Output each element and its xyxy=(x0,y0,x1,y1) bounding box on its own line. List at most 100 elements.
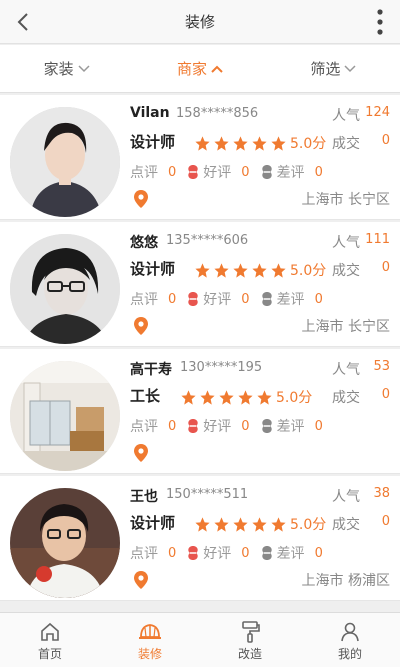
filter-home-decoration[interactable]: 家装 xyxy=(0,45,133,92)
star-icon xyxy=(195,262,210,278)
filter-label: 商家 xyxy=(176,60,207,78)
filter-label: 筛选 xyxy=(310,60,341,78)
merchant-role: 工长 xyxy=(130,387,161,405)
review-label: 点评 xyxy=(130,546,158,562)
bad-review-label: 差评 xyxy=(276,165,305,181)
star-icon xyxy=(257,389,272,405)
star-icon xyxy=(233,262,248,278)
tab-label: 首页 xyxy=(37,646,62,661)
star-icon xyxy=(214,135,229,151)
popularity-value: 53 xyxy=(373,359,390,374)
good-review-label: 好评 xyxy=(203,292,232,308)
bottom-tab-bar: 首页 装修 改造 我的 xyxy=(0,612,400,667)
bad-review-count: 0 xyxy=(314,291,323,307)
deals-value: 0 xyxy=(381,133,390,148)
deals-label: 成交 xyxy=(332,263,360,279)
review-stats: 点评 0 好评 0 差评 0 xyxy=(130,415,333,437)
star-icon xyxy=(195,516,210,532)
bad-review-label: 差评 xyxy=(276,546,305,562)
star-icon xyxy=(271,135,286,151)
good-review-icon xyxy=(186,418,200,434)
good-review-icon xyxy=(186,164,200,180)
paint-roller-icon xyxy=(239,619,261,645)
merchant-location: 上海市 杨浦区 xyxy=(301,573,390,589)
rating-stars: 5.0分 xyxy=(194,133,326,153)
deals-label: 成交 xyxy=(332,517,360,533)
location-pin-icon xyxy=(133,570,149,594)
good-review-label: 好评 xyxy=(203,165,232,181)
chevron-up-icon xyxy=(211,65,223,73)
bad-review-icon xyxy=(260,418,274,434)
bad-review-icon xyxy=(260,291,274,307)
merchant-phone: 135*****606 xyxy=(166,233,249,248)
bad-review-count: 0 xyxy=(314,418,323,434)
popularity-value: 38 xyxy=(373,486,390,501)
merchant-phone: 130*****195 xyxy=(180,360,263,375)
deals-label: 成交 xyxy=(332,390,360,406)
location-pin-icon xyxy=(133,443,149,467)
tab-label: 改造 xyxy=(237,646,262,661)
home-icon xyxy=(39,619,61,645)
rating-score: 5.0分 xyxy=(290,517,327,533)
merchant-name: 高干寿 xyxy=(130,362,172,378)
rating-stars: 5.0分 xyxy=(194,260,326,280)
rating-score: 5.0分 xyxy=(290,263,327,279)
tab-profile[interactable]: 我的 xyxy=(300,613,400,667)
merchant-role: 设计师 xyxy=(130,133,176,151)
filter-merchant[interactable]: 商家 xyxy=(133,45,266,92)
good-review-count: 0 xyxy=(241,545,250,561)
star-icon xyxy=(200,389,215,405)
good-review-count: 0 xyxy=(241,291,250,307)
more-options-button[interactable] xyxy=(370,6,390,38)
tab-home[interactable]: 首页 xyxy=(0,613,100,667)
chevron-down-icon xyxy=(344,64,356,73)
deals-label: 成交 xyxy=(332,136,360,152)
merchant-card[interactable]: 王也 150*****511 人气 38 设计师 5.0分 成交 0 点评 0 xyxy=(0,476,400,601)
star-icon xyxy=(238,389,253,405)
deals-value: 0 xyxy=(381,514,390,529)
popularity-label: 人气 xyxy=(332,362,360,378)
good-review-label: 好评 xyxy=(203,546,232,562)
popularity-label: 人气 xyxy=(332,489,360,505)
merchant-role: 设计师 xyxy=(130,514,176,532)
review-count: 0 xyxy=(168,418,177,434)
popularity-value: 124 xyxy=(365,105,390,120)
bad-review-icon xyxy=(260,545,274,561)
bad-review-icon xyxy=(260,164,274,180)
merchant-card[interactable]: 高干寿 130*****195 人气 53 工长 5.0分 成交 0 点评 0 xyxy=(0,349,400,474)
rating-score: 5.0分 xyxy=(276,390,313,406)
bad-review-count: 0 xyxy=(314,545,323,561)
review-stats: 点评 0 好评 0 差评 0 xyxy=(130,542,333,564)
star-icon xyxy=(219,389,234,405)
avatar xyxy=(10,361,120,471)
good-review-icon xyxy=(186,545,200,561)
popularity-label: 人气 xyxy=(332,235,360,251)
location-pin-icon xyxy=(133,189,149,213)
tab-label: 我的 xyxy=(337,646,362,661)
top-navigation-bar: 装修 xyxy=(0,0,400,44)
star-icon xyxy=(214,262,229,278)
star-icon xyxy=(233,516,248,532)
page-title: 装修 xyxy=(184,13,215,31)
avatar xyxy=(10,234,120,344)
merchant-location: 上海市 长宁区 xyxy=(301,192,390,208)
good-review-label: 好评 xyxy=(203,419,232,435)
review-count: 0 xyxy=(168,291,177,307)
rating-stars: 5.0分 xyxy=(194,514,326,534)
tab-renovation[interactable]: 改造 xyxy=(200,613,300,667)
bad-review-count: 0 xyxy=(314,164,323,180)
merchant-role: 设计师 xyxy=(130,260,176,278)
good-review-count: 0 xyxy=(241,418,250,434)
star-icon xyxy=(181,389,196,405)
filter-screen[interactable]: 筛选 xyxy=(267,45,400,92)
deals-value: 0 xyxy=(381,387,390,402)
popularity-value: 111 xyxy=(365,232,390,247)
tab-decoration[interactable]: 装修 xyxy=(100,613,200,667)
merchant-name: 悠悠 xyxy=(130,235,158,251)
merchant-card[interactable]: Vilan 158*****856 人气 124 设计师 5.0分 成交 0 点… xyxy=(0,95,400,220)
review-count: 0 xyxy=(168,164,177,180)
review-stats: 点评 0 好评 0 差评 0 xyxy=(130,288,333,310)
good-review-icon xyxy=(186,291,200,307)
star-icon xyxy=(252,516,267,532)
merchant-card[interactable]: 悠悠 135*****606 人气 111 设计师 5.0分 成交 0 点评 0 xyxy=(0,222,400,347)
